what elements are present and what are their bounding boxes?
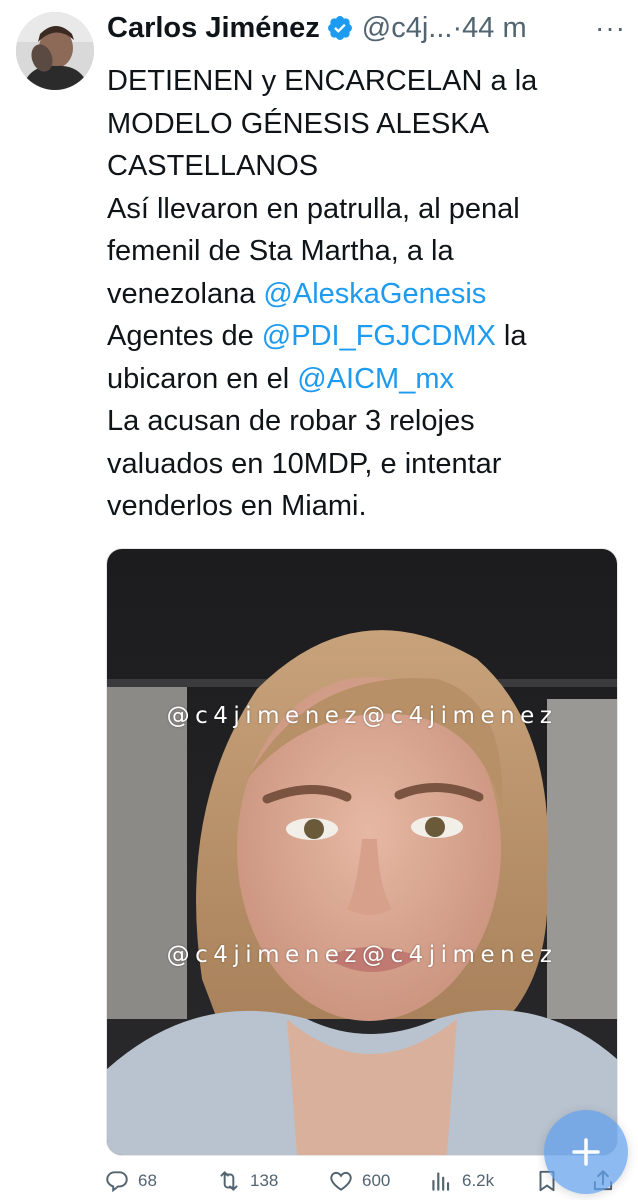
more-horizontal-icon[interactable]: ··· [595, 12, 626, 44]
media-watermark-top: @c4jimenez@c4jimenez [166, 703, 558, 729]
tweet-text-segment: CASTELLANOS [107, 150, 319, 182]
tweet-text-line: CASTELLANOS [107, 145, 627, 188]
views-button[interactable]: 6.2k [428, 1168, 494, 1194]
verified-badge-icon [327, 16, 352, 40]
retweet-button[interactable]: 138 [216, 1168, 278, 1194]
retweet-icon [220, 1171, 238, 1191]
tweet-text: DETIENEN y ENCARCELAN a la MODELO GÉNESIS… [107, 60, 627, 528]
compose-plus-icon [572, 1138, 600, 1166]
tweet-text-line: valuados en 10MDP, e intentar [107, 443, 627, 486]
tweet-text-line: venezolana @AleskaGenesis [107, 273, 627, 316]
tweet-text-line: venderlos en Miami. [107, 485, 627, 528]
tweet-text-line: DETIENEN y ENCARCELAN a la [107, 60, 627, 103]
tweet-timestamp[interactable]: 44 m [462, 12, 526, 45]
author-avatar[interactable] [16, 12, 94, 90]
reply-count: 68 [138, 1171, 157, 1190]
tweet-text-segment: femenil de Sta Martha, a la [107, 235, 454, 267]
compose-fab-button[interactable] [544, 1110, 628, 1194]
tweet-text-segment: Agentes de [107, 320, 262, 352]
tweet-text-line: Agentes de @PDI_FGJCDMX la [107, 315, 627, 358]
tweet-text-segment: MODELO GÉNESIS ALESKA [107, 107, 489, 140]
views-count: 6.2k [462, 1171, 495, 1190]
views-bar-chart-icon [432, 1172, 450, 1191]
tweet-text-line: MODELO GÉNESIS ALESKA [107, 103, 627, 146]
reply-icon [106, 1171, 128, 1193]
like-button[interactable]: 600 [328, 1168, 390, 1194]
author-name[interactable]: Carlos Jiménez [107, 12, 320, 45]
avatar-photo [16, 12, 94, 90]
tweet-text-line: La acusan de robar 3 relojes [107, 400, 627, 443]
tweet-text-segment: venezolana [107, 277, 264, 310]
retweet-count: 138 [250, 1171, 279, 1190]
media-photo [107, 549, 617, 1155]
heart-icon [330, 1171, 352, 1191]
reply-button[interactable]: 68 [104, 1168, 157, 1194]
author-handle[interactable]: @c4j... [362, 12, 453, 45]
media-watermark-bottom: @c4jimenez@c4jimenez [166, 942, 558, 968]
mention-link[interactable]: @PDI_FGJCDMX [262, 320, 496, 352]
mention-link[interactable]: @AICM_mx [297, 363, 454, 395]
tweet-text-segment: Así llevaron en patrulla, al penal [107, 192, 520, 225]
tweet-text-line: Así llevaron en patrulla, al penal [107, 188, 627, 231]
like-count: 600 [362, 1171, 391, 1190]
tweet-actions: 68 138 600 6.2k [104, 1168, 624, 1200]
mention-link[interactable]: @AleskaGenesis [263, 278, 486, 310]
separator-dot: · [452, 11, 463, 44]
tweet-text-segment: venderlos en Miami. [107, 490, 367, 522]
tweet-media-image[interactable]: @c4jimenez@c4jimenez @c4jimenez@c4jimene… [106, 548, 618, 1156]
tweet-text-segment: la [495, 320, 527, 352]
tweet-text-segment: valuados en 10MDP, e intentar [107, 447, 502, 480]
tweet-header: Carlos Jiménez @c4j... · 44 m ··· [107, 10, 626, 46]
tweet-text-segment: DETIENEN y ENCARCELAN a la [107, 65, 538, 97]
tweet-text-segment: ubicaron en el [107, 362, 298, 395]
tweet-text-line: ubicaron en el @AICM_mx [107, 358, 627, 401]
tweet-text-line: femenil de Sta Martha, a la [107, 230, 627, 273]
tweet-text-segment: La acusan de robar 3 relojes [107, 405, 475, 437]
